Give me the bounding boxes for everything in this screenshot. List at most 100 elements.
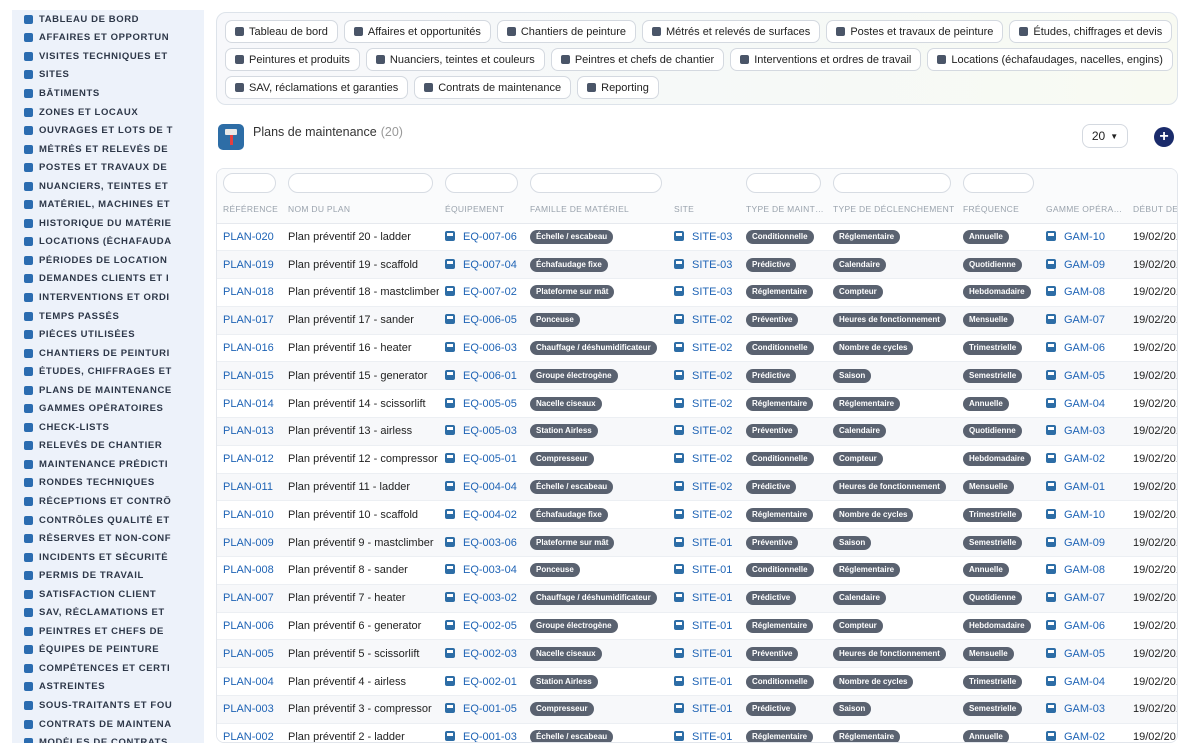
sidebar-item[interactable]: ASTREINTES — [12, 678, 204, 697]
site-link[interactable]: SITE-02 — [692, 453, 732, 465]
sidebar-item[interactable]: GAMMES OPÉRATOIRES — [12, 399, 204, 418]
table-row[interactable]: PLAN-015 Plan préventif 15 - generator EQ-… — [217, 361, 1177, 391]
ref-link[interactable]: PLAN-015 — [223, 370, 274, 382]
sidebar-item[interactable]: RONDES TECHNIQUES — [12, 474, 204, 493]
gamme-link[interactable]: GAM-10 — [1064, 231, 1105, 243]
filter-equipment-input[interactable] — [445, 172, 518, 193]
site-link[interactable]: SITE-01 — [692, 564, 732, 576]
filter-reference-input[interactable] — [223, 172, 276, 193]
sidebar-item[interactable]: AFFAIRES ET OPPORTUN — [12, 29, 204, 48]
sidebar-item[interactable]: VISITES TECHNIQUES ET — [12, 47, 204, 66]
site-link[interactable]: SITE-01 — [692, 703, 732, 715]
equip-link[interactable]: EQ-001-05 — [463, 703, 517, 715]
gamme-link[interactable]: GAM-06 — [1064, 342, 1105, 354]
ref-link[interactable]: PLAN-002 — [223, 731, 274, 742]
ref-link[interactable]: PLAN-016 — [223, 342, 274, 354]
site-link[interactable]: SITE-03 — [692, 286, 732, 298]
equip-link[interactable]: EQ-004-02 — [463, 509, 517, 521]
ref-link[interactable]: PLAN-014 — [223, 398, 274, 410]
sidebar-item[interactable]: PIÈCES UTILISÉES — [12, 325, 204, 344]
gamme-link[interactable]: GAM-03 — [1064, 703, 1105, 715]
sidebar-item[interactable]: LOCATIONS (ÉCHAFAUDA — [12, 233, 204, 252]
filter-trigger-input[interactable] — [833, 172, 951, 193]
site-link[interactable]: SITE-01 — [692, 676, 732, 688]
ref-link[interactable]: PLAN-011 — [223, 481, 273, 493]
column-header[interactable]: FRÉQUENCE — [957, 196, 1040, 224]
sidebar-item[interactable]: NUANCIERS, TEINTES ET — [12, 177, 204, 196]
ref-link[interactable]: PLAN-010 — [223, 509, 274, 521]
table-row[interactable]: PLAN-004 Plan préventif 4 - airless EQ-002… — [217, 667, 1177, 697]
table-row[interactable]: PLAN-005 Plan préventif 5 - scissorlift EQ… — [217, 639, 1177, 669]
column-header[interactable]: RÉFÉRENCE — [217, 196, 282, 224]
module-nav-button[interactable]: Affaires et opportunités — [343, 20, 491, 43]
equip-link[interactable]: EQ-002-05 — [463, 620, 517, 632]
sidebar-item[interactable]: ZONES ET LOCAUX — [12, 103, 204, 122]
ref-link[interactable]: PLAN-018 — [223, 286, 274, 298]
module-nav-button[interactable]: Locations (échafaudages, nacelles, engin… — [927, 48, 1173, 71]
sidebar-item[interactable]: MAINTENANCE PRÉDICTI — [12, 455, 204, 474]
equip-link[interactable]: EQ-003-06 — [463, 537, 517, 549]
site-link[interactable]: SITE-01 — [692, 592, 732, 604]
sidebar-item[interactable]: CONTRATS DE MAINTENA — [12, 715, 204, 734]
ref-link[interactable]: PLAN-008 — [223, 564, 274, 576]
column-header[interactable]: TYPE DE MAINT… — [740, 196, 827, 224]
site-link[interactable]: SITE-01 — [692, 648, 732, 660]
sidebar-item[interactable]: POSTES ET TRAVAUX DE — [12, 158, 204, 177]
gamme-link[interactable]: GAM-07 — [1064, 592, 1105, 604]
sidebar-item[interactable]: BÂTIMENTS — [12, 84, 204, 103]
column-header[interactable]: GAMME OPÉRA… — [1040, 196, 1127, 224]
site-link[interactable]: SITE-02 — [692, 314, 732, 326]
module-nav-button[interactable]: Peintures et produits — [225, 48, 360, 71]
table-row[interactable]: PLAN-019 Plan préventif 19 - scaffold EQ-0… — [217, 250, 1177, 280]
table-row[interactable]: PLAN-009 Plan préventif 9 - mastclimber EQ… — [217, 528, 1177, 558]
gamme-link[interactable]: GAM-02 — [1064, 731, 1105, 742]
table-row[interactable]: PLAN-012 Plan préventif 12 - compressor EQ… — [217, 445, 1177, 474]
sidebar-item[interactable]: CHANTIERS DE PEINTURI — [12, 344, 204, 363]
ref-link[interactable]: PLAN-019 — [223, 259, 274, 271]
module-nav-button[interactable]: Interventions et ordres de travail — [730, 48, 922, 71]
equip-link[interactable]: EQ-002-03 — [463, 648, 517, 660]
equip-link[interactable]: EQ-005-03 — [463, 425, 517, 437]
module-nav-button[interactable]: Reporting — [577, 76, 659, 99]
add-record-button[interactable]: + — [1154, 127, 1174, 147]
gamme-link[interactable]: GAM-04 — [1064, 398, 1105, 410]
site-link[interactable]: SITE-02 — [692, 509, 732, 521]
site-link[interactable]: SITE-02 — [692, 370, 732, 382]
sidebar-item[interactable]: SITES — [12, 66, 204, 85]
equip-link[interactable]: EQ-005-01 — [463, 453, 517, 465]
equip-link[interactable]: EQ-005-05 — [463, 398, 517, 410]
sidebar-item[interactable]: PLANS DE MAINTENANCE — [12, 381, 204, 400]
table-row[interactable]: PLAN-002 Plan préventif 2 - ladder EQ-001-… — [217, 723, 1177, 742]
table-row[interactable]: PLAN-008 Plan préventif 8 - sander EQ-003-… — [217, 556, 1177, 585]
ref-link[interactable]: PLAN-012 — [223, 453, 274, 465]
equip-link[interactable]: EQ-003-02 — [463, 592, 517, 604]
sidebar-item[interactable]: DEMANDES CLIENTS ET I — [12, 270, 204, 289]
table-row[interactable]: PLAN-013 Plan préventif 13 - airless EQ-00… — [217, 417, 1177, 446]
site-link[interactable]: SITE-03 — [692, 259, 732, 271]
ref-link[interactable]: PLAN-009 — [223, 537, 274, 549]
sidebar-item[interactable]: SATISFACTION CLIENT — [12, 585, 204, 604]
site-link[interactable]: SITE-01 — [692, 537, 732, 549]
site-link[interactable]: SITE-02 — [692, 342, 732, 354]
table-row[interactable]: PLAN-007 Plan préventif 7 - heater EQ-003-… — [217, 584, 1177, 613]
equip-link[interactable]: EQ-006-01 — [463, 370, 517, 382]
table-row[interactable]: PLAN-010 Plan préventif 10 - scaffold EQ-0… — [217, 500, 1177, 530]
table-row[interactable]: PLAN-016 Plan préventif 16 - heater EQ-006… — [217, 334, 1177, 363]
site-link[interactable]: SITE-02 — [692, 481, 732, 493]
filter-type-input[interactable] — [746, 172, 821, 193]
equip-link[interactable]: EQ-007-02 — [463, 286, 517, 298]
sidebar-item[interactable]: TABLEAU DE BORD — [12, 10, 204, 29]
sidebar-item[interactable]: RÉCEPTIONS ET CONTRÔ — [12, 492, 204, 511]
module-nav-button[interactable]: Études, chiffrages et devis — [1009, 20, 1173, 43]
table-row[interactable]: PLAN-006 Plan préventif 6 - generator EQ-0… — [217, 612, 1177, 641]
gamme-link[interactable]: GAM-09 — [1064, 259, 1105, 271]
column-header[interactable]: DÉBUT DE — [1127, 196, 1177, 224]
ref-link[interactable]: PLAN-003 — [223, 703, 274, 715]
sidebar-item[interactable]: TEMPS PASSÉS — [12, 307, 204, 326]
table-row[interactable]: PLAN-011 Plan préventif 11 - ladder EQ-004… — [217, 473, 1177, 502]
gamme-link[interactable]: GAM-05 — [1064, 648, 1105, 660]
sidebar-item[interactable]: PERMIS DE TRAVAIL — [12, 566, 204, 585]
module-nav-button[interactable]: SAV, réclamations et garanties — [225, 76, 409, 99]
module-nav-button[interactable]: Postes et travaux de peinture — [826, 20, 1004, 43]
gamme-link[interactable]: GAM-08 — [1064, 564, 1105, 576]
